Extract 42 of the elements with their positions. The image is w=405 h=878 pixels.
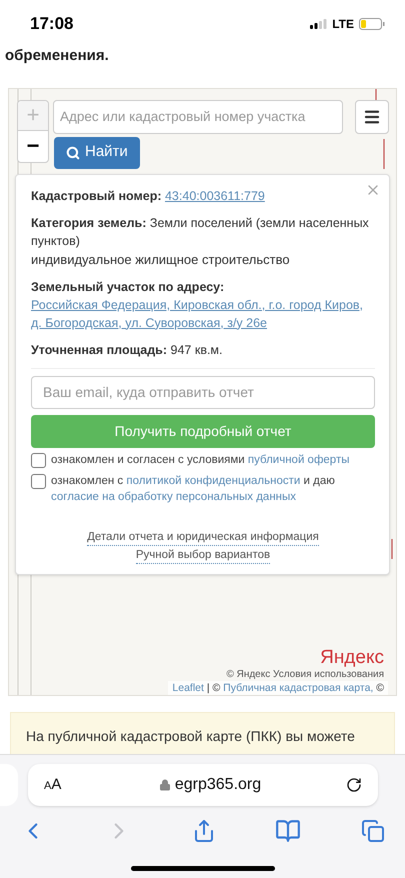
checkbox[interactable] (31, 474, 46, 488)
info-line: Земельный участок по адресу: Российская Федерация, Кировская обл., г.о. город Киров, д. Богородская, ул. Суворовская, з/у 26е (31, 278, 375, 332)
find-button[interactable]: Найти (54, 136, 140, 168)
search-icon (66, 146, 80, 160)
report-button[interactable]: Получить подробный отчет (31, 414, 375, 448)
notice-text: На публичной кадастровой карте (ПКК) вы можете (26, 726, 356, 746)
info-line: Уточненная площадь: 947 кв.м. (31, 342, 224, 358)
tabs-icon[interactable] (361, 819, 385, 843)
text-link[interactable]: Leaflet (172, 682, 204, 694)
info-note: индивидуальное жилищное строительство (31, 250, 291, 268)
url-text: egrp365.org (174, 775, 262, 795)
value-link[interactable]: 43:40:003611:779 (164, 188, 265, 202)
consent-text: ознакомлен с политикой конфиденциальности и даю согласие на обработку персональных данных (51, 474, 336, 504)
info-line: Категория земель: Земли поселений (земли населенных пунктов) (31, 214, 370, 250)
attribution-text: Leaflet | © Публичная кадастровая карта, © (168, 680, 388, 694)
page-text: обременения. (4, 46, 110, 66)
signal-icon (310, 19, 328, 29)
menu-icon (363, 108, 381, 126)
zoom-out-button[interactable]: − (18, 131, 48, 162)
address-bar[interactable]: AA egrp365.org (28, 764, 378, 806)
dotted-link[interactable]: Ручной выбор вариантов (136, 546, 270, 564)
reload-icon[interactable] (346, 777, 362, 793)
map-logo: Яндекс (320, 646, 384, 668)
text-link[interactable]: согласие на обработку персональных данных (51, 490, 296, 502)
copyright-text: © Яндекс Условия использования (226, 668, 384, 680)
search-field[interactable]: Адрес или кадастровый номер участка (53, 100, 343, 134)
email-field[interactable]: Ваш email, куда отправить отчет (31, 376, 375, 408)
menu-button[interactable] (355, 100, 389, 134)
text-link[interactable]: политикой конфиденциальности (126, 474, 300, 486)
info-line: Кадастровый номер: 43:40:003611:779 (31, 188, 266, 204)
text-link[interactable]: публичной оферты (248, 454, 350, 466)
status-time: 17:08 (30, 13, 74, 36)
bookmarks-icon[interactable] (275, 818, 302, 844)
text-size-button[interactable]: AA (44, 773, 74, 797)
lock-icon (158, 779, 171, 791)
consent-text: ознакомлен и согласен с условиями публичной оферты (51, 452, 350, 468)
network-label: LTE (332, 16, 354, 33)
battery-icon (359, 18, 385, 30)
text-link[interactable]: Публичная кадастровая карта, (223, 682, 374, 694)
value-link[interactable]: Российская Федерация, Кировская обл., г.о. город Киров, д. Богородская, ул. Суворовская, з/у 26е (31, 296, 375, 332)
dotted-link[interactable]: Детали отчета и юридическая информация (87, 528, 319, 546)
checkbox[interactable] (31, 452, 46, 468)
